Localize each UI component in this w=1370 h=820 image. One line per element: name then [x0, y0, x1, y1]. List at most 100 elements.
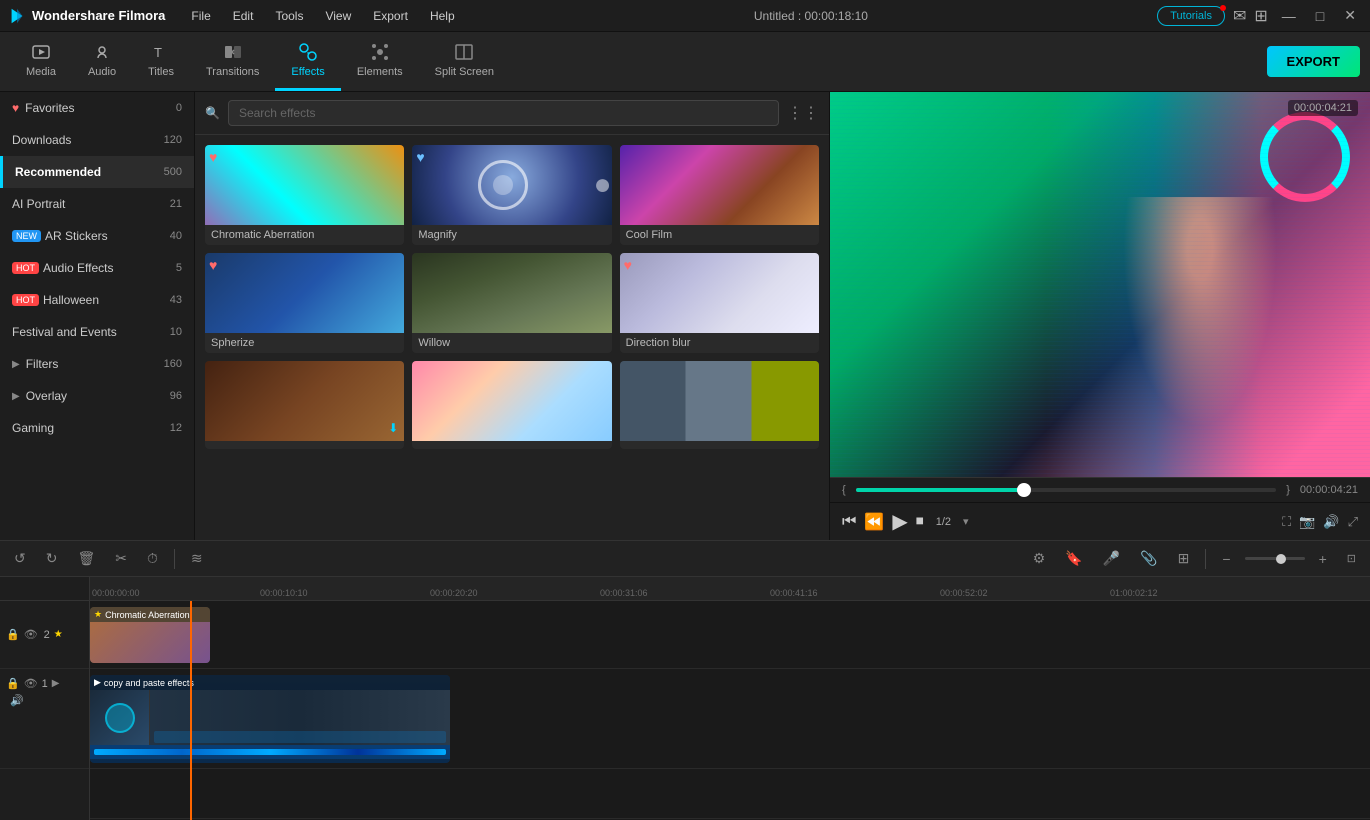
tutorials-button[interactable]: Tutorials	[1157, 6, 1225, 26]
playhead[interactable]: ▼	[190, 601, 192, 820]
close-button[interactable]: ✕	[1338, 7, 1362, 24]
maximize-button[interactable]: □	[1310, 8, 1330, 24]
menu-edit[interactable]: Edit	[223, 5, 264, 27]
zoom-handle[interactable]	[1276, 554, 1286, 564]
sidebar-item-ai-portrait[interactable]: AI Portrait 21	[0, 188, 194, 220]
step-back-button[interactable]: ⏪	[864, 512, 884, 532]
track-clip-video[interactable]: ▶ copy and paste effects	[90, 675, 450, 763]
media-add-button[interactable]: 📎	[1134, 546, 1163, 571]
stop-button[interactable]: ⏹	[916, 513, 924, 531]
timeline-ruler[interactable]: 00:00:00:00 00:00:10:10 00:00:20:20 00:0…	[90, 577, 1370, 601]
redo-button[interactable]: ↻	[40, 546, 64, 571]
split-button[interactable]: ⊞	[1172, 546, 1196, 571]
grid-icon[interactable]: ⊞	[1254, 6, 1267, 26]
track-clip-effect[interactable]: ★ Chromatic Aberration	[90, 607, 210, 663]
fullscreen-icon[interactable]: ⛶	[1282, 514, 1291, 530]
duration-button[interactable]: ⏱	[141, 546, 164, 571]
app-name: Wondershare Filmora	[32, 8, 165, 23]
audio-waveform	[94, 749, 446, 755]
preview-video: 00:00:04:21	[830, 92, 1370, 477]
menu-view[interactable]: View	[315, 5, 361, 27]
undo-button[interactable]: ↺	[8, 546, 32, 571]
sidebar-item-filters[interactable]: ▶ Filters 160	[0, 348, 194, 380]
delete-button[interactable]: 🗑	[71, 546, 101, 571]
toolbar-effects[interactable]: Effects	[275, 32, 340, 91]
sidebar-item-halloween[interactable]: HOT Halloween 43	[0, 284, 194, 316]
track-1-play-icon[interactable]: ▶	[52, 678, 60, 689]
skip-back-button[interactable]: ⏮	[842, 513, 856, 531]
fit-to-window-button[interactable]: ⊡	[1341, 548, 1362, 569]
toolbar-transitions[interactable]: Transitions	[190, 32, 275, 91]
effect-row3a[interactable]: ⬇	[205, 361, 404, 449]
toolbar-elements-label: Elements	[357, 66, 403, 78]
fav-icon-direction: ♥	[624, 257, 632, 273]
sidebar-item-downloads[interactable]: Downloads 120	[0, 124, 194, 156]
effect-thumb-chromatic: ♥	[205, 145, 404, 225]
toolbar-separator-2	[1205, 549, 1206, 569]
settings-icon-button[interactable]: ⚙	[1027, 546, 1052, 571]
effect-cool-film[interactable]: Cool Film	[620, 145, 819, 245]
track-1-volume-icon[interactable]: 🔊	[10, 694, 24, 707]
sidebar-item-audio-effects[interactable]: HOT Audio Effects 5	[0, 252, 194, 284]
sidebar-item-recommended[interactable]: Recommended 500	[0, 156, 194, 188]
effect-label-chromatic: Chromatic Aberration	[205, 225, 404, 245]
crop-icon[interactable]: ⤢	[1348, 514, 1358, 530]
preview-progress-handle[interactable]	[1017, 483, 1031, 497]
sidebar-count-recommended: 500	[164, 166, 182, 178]
clip-icon-button[interactable]: 🔖	[1059, 546, 1088, 571]
mic-button[interactable]: 🎤	[1097, 546, 1126, 571]
zoom-out-button[interactable]: −	[1216, 547, 1236, 571]
zoom-in-button[interactable]: +	[1313, 547, 1333, 571]
effect-magnify[interactable]: ♥ Magnify	[412, 145, 611, 245]
toolbar-elements[interactable]: Elements	[341, 32, 419, 91]
snapshot-icon[interactable]: 📷	[1299, 514, 1315, 530]
audio-edit-button[interactable]: ≋	[185, 546, 209, 571]
search-input[interactable]	[228, 100, 779, 126]
track-1-visibility-icon[interactable]: 👁	[24, 677, 38, 690]
track-2-star-icon: ★	[54, 629, 63, 640]
minimize-button[interactable]: —	[1276, 8, 1302, 24]
track-empty-row	[90, 769, 1370, 819]
effect-thumb-spherize: ♥	[205, 253, 404, 333]
effect-row3b[interactable]	[412, 361, 611, 449]
grid-toggle-icon[interactable]: ⋮⋮	[787, 103, 819, 123]
menu-file[interactable]: File	[181, 5, 220, 27]
effect-willow[interactable]: Willow	[412, 253, 611, 353]
fav-icon-spherize: ♥	[209, 257, 217, 273]
mail-icon[interactable]: ✉	[1233, 6, 1246, 26]
menu-help[interactable]: Help	[420, 5, 465, 27]
preview-duration: 00:00:04:21	[1300, 484, 1358, 496]
preview-out-point: }	[1286, 484, 1290, 496]
track-2-lock-icon[interactable]: 🔒	[6, 628, 20, 641]
effect-row3c[interactable]	[620, 361, 819, 449]
toolbar-audio[interactable]: Audio	[72, 32, 132, 91]
cut-button[interactable]: ✂	[109, 546, 133, 571]
sidebar-item-overlay[interactable]: ▶ Overlay 96	[0, 380, 194, 412]
playback-speed-dropdown[interactable]: ▾	[963, 515, 969, 528]
sidebar-label-halloween: Halloween	[43, 293, 166, 307]
effect-spherize[interactable]: ♥ Spherize	[205, 253, 404, 353]
app-logo: Wondershare Filmora	[8, 7, 165, 25]
track-2-visibility-icon[interactable]: 👁	[24, 628, 38, 641]
toolbar-media[interactable]: Media	[10, 32, 72, 91]
menu-tools[interactable]: Tools	[265, 5, 313, 27]
preview-progress-bar[interactable]	[856, 488, 1277, 492]
volume-icon[interactable]: 🔊	[1323, 514, 1339, 530]
play-button[interactable]: ▶	[892, 509, 907, 534]
toolbar-titles[interactable]: T Titles	[132, 32, 190, 91]
track-1-lock-icon[interactable]: 🔒	[6, 677, 20, 690]
sidebar-item-gaming[interactable]: Gaming 12	[0, 412, 194, 444]
export-button[interactable]: EXPORT	[1267, 46, 1360, 77]
playback-controls-group: ⏮ ⏪ ▶ ⏹	[842, 509, 924, 534]
menu-export[interactable]: Export	[363, 5, 418, 27]
effect-chromatic-aberration[interactable]: ♥ Chromatic Aberration	[205, 145, 404, 245]
effects-panel: 🔍 ⋮⋮ ♥ Chromatic Aberration ♥ Magnify	[195, 92, 830, 540]
sidebar-item-favorites[interactable]: ♥ Favorites 0	[0, 92, 194, 124]
zoom-slider[interactable]	[1245, 557, 1305, 560]
sidebar-count-downloads: 120	[164, 134, 182, 146]
titlebar: Wondershare Filmora File Edit Tools View…	[0, 0, 1370, 32]
effect-direction-blur[interactable]: ♥ Direction blur	[620, 253, 819, 353]
toolbar-split-screen[interactable]: Split Screen	[419, 32, 510, 91]
sidebar-item-ar-stickers[interactable]: NEW AR Stickers 40	[0, 220, 194, 252]
sidebar-item-festival[interactable]: Festival and Events 10	[0, 316, 194, 348]
